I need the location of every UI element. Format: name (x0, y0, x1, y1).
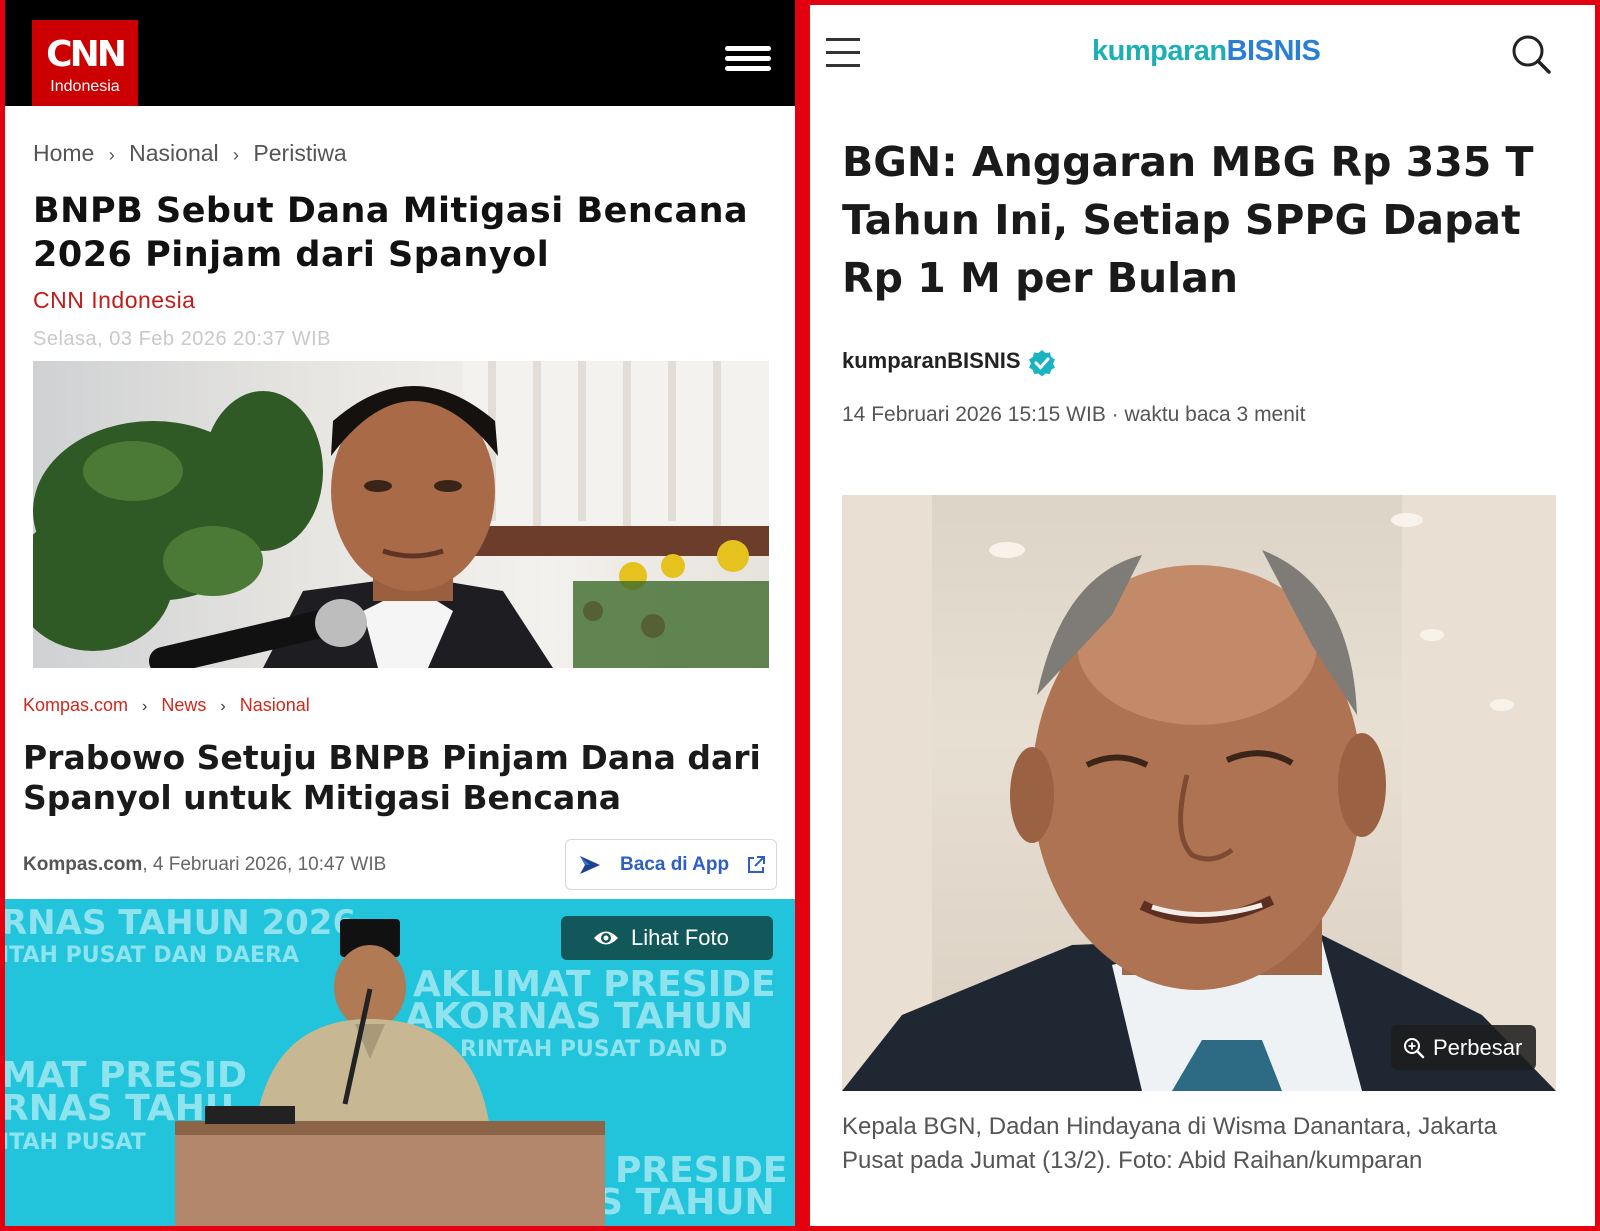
banner-text: S TAHUN (597, 1182, 775, 1223)
kompas-breadcrumb: Kompas.com › News › Nasional (23, 695, 310, 716)
banner-text: AKORNAS TAHUN (405, 996, 753, 1037)
app-arrow-icon (580, 856, 600, 874)
verified-icon (1029, 350, 1055, 377)
kumparan-logo[interactable]: kumparanBISNIS (1092, 35, 1321, 68)
article-author[interactable]: kumparanBISNIS (842, 348, 1021, 374)
kompas-breadcrumb-nasional[interactable]: Nasional (240, 695, 310, 715)
kompas-article-title: Prabowo Setuju BNPB Pinjam Dana dari Spa… (23, 738, 761, 817)
banner-text: RINTAH PUSAT DAN D (460, 1037, 727, 1062)
search-icon[interactable] (1510, 33, 1552, 75)
breadcrumb-home[interactable]: Home (33, 140, 94, 166)
article-photo-drawing (842, 495, 1556, 1091)
article-date: Selasa, 03 Feb 2026 20:37 WIB (33, 328, 332, 350)
screenshot-collage: CNN Indonesia Home › Nasional › Peristiw… (0, 0, 1600, 1231)
kumparan-logo-part2: BISNIS (1226, 35, 1321, 67)
open-in-app-button[interactable]: Baca di App (565, 839, 777, 890)
cnn-logo[interactable]: CNN Indonesia (32, 20, 138, 106)
enlarge-photo-label: Perbesar (1433, 1035, 1523, 1060)
photo-caption: Kepala BGN, Dadan Hindayana di Wisma Dan… (842, 1113, 1498, 1174)
hamburger-icon[interactable] (725, 46, 771, 72)
eye-icon (594, 931, 618, 945)
banner-text: ITAH PUSAT DAN DAERA (5, 943, 299, 968)
left-panel: CNN Indonesia Home › Nasional › Peristiw… (5, 0, 795, 1226)
breadcrumb-peristiwa[interactable]: Peristiwa (253, 140, 346, 166)
article-source[interactable]: CNN Indonesia (33, 287, 195, 314)
article-photo-drawing (33, 361, 769, 668)
view-photo-button[interactable]: Lihat Foto (561, 916, 773, 960)
banner-text: ITAH PUSAT (5, 1130, 146, 1155)
cnn-logo-subtext: Indonesia (50, 78, 120, 95)
article-title: BNPB Sebut Dana Mitigasi Bencana 2026 Pi… (33, 191, 749, 275)
breadcrumb: Home › Nasional › Peristiwa (33, 140, 347, 167)
kompas-breadcrumb-home[interactable]: Kompas.com (23, 695, 128, 715)
kompas-meta-source: Kompas.com (23, 854, 143, 875)
kumparan-logo-part1: kumparan (1092, 35, 1227, 67)
menu-icon[interactable] (826, 38, 860, 68)
breadcrumb-separator: › (233, 145, 240, 165)
breadcrumb-separator: › (108, 145, 115, 165)
article-date: 14 Februari 2026 15:15 WIB · waktu baca … (842, 403, 1306, 426)
kompas-article-meta: Kompas.com, 4 Februari 2026, 10:47 WIB (23, 854, 386, 876)
external-link-icon (748, 856, 765, 873)
view-photo-label: Lihat Foto (631, 925, 729, 950)
open-in-app-label: Baca di App (620, 854, 730, 875)
breadcrumb-separator: › (220, 698, 226, 715)
enlarge-photo-button[interactable]: Perbesar (1391, 1025, 1536, 1070)
kompas-meta-date: , 4 Februari 2026, 10:47 WIB (142, 854, 387, 875)
kompas-breadcrumb-news[interactable]: News (161, 695, 206, 715)
article-photo[interactable] (33, 361, 769, 668)
banner-text: RNAS TAHUN 2026 (5, 903, 356, 943)
article-photo[interactable] (842, 495, 1556, 1091)
cnn-header: CNN Indonesia (5, 0, 795, 106)
breadcrumb-separator: › (142, 698, 148, 715)
cnn-logo-text: CNN (46, 34, 127, 75)
article-title: BGN: Anggaran MBG Rp 335 T Tahun Ini, Se… (842, 138, 1534, 302)
breadcrumb-nasional[interactable]: Nasional (129, 140, 219, 166)
zoom-icon (1404, 1038, 1425, 1059)
